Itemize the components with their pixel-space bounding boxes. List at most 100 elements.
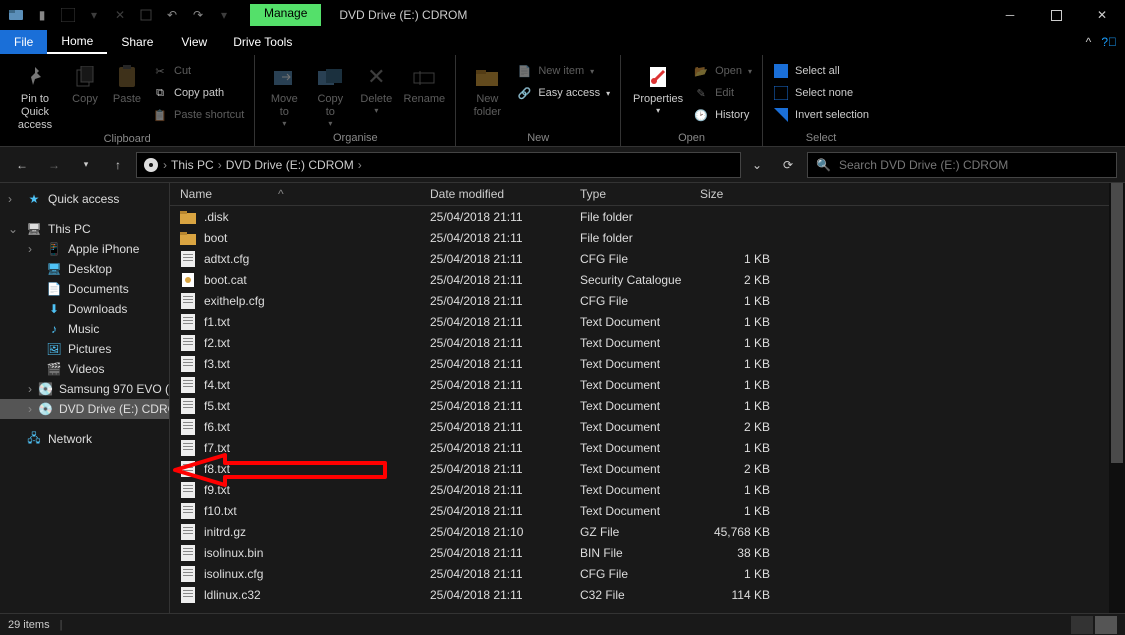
move-to-button[interactable]: Move to▾: [261, 57, 307, 129]
nav-videos[interactable]: 🎬Videos: [0, 359, 169, 379]
rename-qat-icon[interactable]: [134, 3, 158, 27]
rename-button[interactable]: Rename: [399, 57, 449, 106]
nav-quick-access[interactable]: ›★Quick access: [0, 189, 169, 209]
vertical-scrollbar[interactable]: [1109, 183, 1125, 613]
col-header-size[interactable]: Size: [700, 187, 780, 201]
nav-this-pc[interactable]: ⌄🖥This PC: [0, 219, 169, 239]
breadcrumb-history-button[interactable]: ⌄: [745, 152, 769, 178]
chevron-right-icon[interactable]: ›: [163, 158, 167, 172]
delete-button[interactable]: ✕ Delete▾: [353, 57, 399, 116]
nav-music[interactable]: ♪Music: [0, 319, 169, 339]
forward-button[interactable]: →: [40, 151, 68, 179]
tab-home[interactable]: Home: [47, 30, 107, 54]
nav-downloads[interactable]: ⬇Downloads: [0, 299, 169, 319]
collapse-icon[interactable]: ⌄: [8, 222, 20, 236]
nav-iphone[interactable]: ›📱Apple iPhone: [0, 239, 169, 259]
nav-samsung-drive[interactable]: ›💽Samsung 970 EVO (: [0, 379, 169, 399]
invert-selection-button[interactable]: Invert selection: [769, 105, 873, 125]
col-header-type[interactable]: Type: [580, 187, 700, 201]
view-large-icons-button[interactable]: [1095, 616, 1117, 634]
close-button[interactable]: ✕: [1079, 0, 1125, 30]
properties-button[interactable]: Properties▾: [627, 57, 689, 116]
tab-drive-tools[interactable]: Drive Tools: [221, 30, 304, 54]
file-row[interactable]: .disk25/04/2018 21:11File folder: [170, 206, 1125, 227]
expand-icon[interactable]: ›: [8, 192, 20, 206]
file-row[interactable]: exithelp.cfg25/04/2018 21:11CFG File1 KB: [170, 290, 1125, 311]
qat-sep-icon: ▮: [30, 3, 54, 27]
undo-icon[interactable]: ↶: [160, 3, 184, 27]
more-qat-icon[interactable]: ▾: [212, 3, 236, 27]
ribbon-collapse-icon[interactable]: ^: [1086, 35, 1092, 49]
nav-desktop[interactable]: 🖥Desktop: [0, 259, 169, 279]
nav-network[interactable]: 🖧Network: [0, 429, 169, 449]
easy-access-button[interactable]: 🔗Easy access ▾: [512, 83, 614, 103]
cut-button[interactable]: ✂Cut: [148, 61, 248, 81]
file-name: f9.txt: [204, 483, 230, 497]
file-row[interactable]: f6.txt25/04/2018 21:11Text Document2 KB: [170, 416, 1125, 437]
chevron-right-icon[interactable]: ›: [358, 158, 362, 172]
copy-path-button[interactable]: ⧉Copy path: [148, 83, 248, 103]
file-row[interactable]: f4.txt25/04/2018 21:11Text Document1 KB: [170, 374, 1125, 395]
file-row[interactable]: f9.txt25/04/2018 21:11Text Document1 KB: [170, 479, 1125, 500]
breadcrumb[interactable]: › This PC › DVD Drive (E:) CDROM ›: [136, 152, 741, 178]
nav-pictures[interactable]: 🖼Pictures: [0, 339, 169, 359]
delete-qat-icon[interactable]: ✕: [108, 3, 132, 27]
history-button[interactable]: 🕑History: [689, 105, 756, 125]
copy-button[interactable]: Copy: [64, 57, 106, 106]
file-row[interactable]: f5.txt25/04/2018 21:11Text Document1 KB: [170, 395, 1125, 416]
up-button[interactable]: ↑: [104, 151, 132, 179]
select-none-button[interactable]: Select none: [769, 83, 873, 103]
tab-view[interactable]: View: [167, 30, 221, 54]
file-row[interactable]: f8.txt25/04/2018 21:11Text Document2 KB: [170, 458, 1125, 479]
file-row[interactable]: ldlinux.c3225/04/2018 21:11C32 File114 K…: [170, 584, 1125, 605]
nav-dvd-drive[interactable]: ›💿DVD Drive (E:) CDRO: [0, 399, 169, 419]
file-row[interactable]: f3.txt25/04/2018 21:11Text Document1 KB: [170, 353, 1125, 374]
expand-icon[interactable]: ›: [28, 402, 32, 416]
new-folder-qat-icon[interactable]: ▾: [82, 3, 106, 27]
chevron-right-icon[interactable]: ›: [218, 158, 222, 172]
maximize-button[interactable]: [1033, 0, 1079, 30]
paste-button[interactable]: Paste: [106, 57, 148, 106]
file-row[interactable]: f7.txt25/04/2018 21:11Text Document1 KB: [170, 437, 1125, 458]
scrollbar-thumb[interactable]: [1111, 183, 1123, 463]
back-button[interactable]: ←: [8, 151, 36, 179]
search-input[interactable]: 🔍 Search DVD Drive (E:) CDROM: [807, 152, 1117, 178]
file-row[interactable]: adtxt.cfg25/04/2018 21:11CFG File1 KB: [170, 248, 1125, 269]
group-label-open: Open: [627, 132, 756, 146]
file-row[interactable]: initrd.gz25/04/2018 21:10GZ File45,768 K…: [170, 521, 1125, 542]
tab-share[interactable]: Share: [107, 30, 167, 54]
open-button[interactable]: 📂Open ▾: [689, 61, 756, 81]
pin-to-quick-access-button[interactable]: Pin to Quick access: [6, 57, 64, 133]
expand-icon[interactable]: ›: [28, 382, 32, 396]
file-row[interactable]: boot25/04/2018 21:11File folder: [170, 227, 1125, 248]
recent-locations-button[interactable]: ▾: [72, 151, 100, 179]
manage-context-tab[interactable]: Manage: [250, 4, 321, 26]
copy-to-button[interactable]: Copy to▾: [307, 57, 353, 129]
help-icon[interactable]: ?⃝: [1101, 35, 1117, 49]
minimize-button[interactable]: ─: [987, 0, 1033, 30]
expand-icon[interactable]: ›: [28, 242, 40, 256]
col-header-date[interactable]: Date modified: [430, 187, 580, 201]
properties-qat-icon[interactable]: [56, 3, 80, 27]
file-row[interactable]: isolinux.bin25/04/2018 21:11BIN File38 K…: [170, 542, 1125, 563]
new-item-button[interactable]: 📄New item ▾: [512, 61, 614, 81]
star-icon: ★: [26, 191, 42, 207]
new-folder-button[interactable]: New folder: [462, 57, 512, 119]
redo-icon[interactable]: ↷: [186, 3, 210, 27]
crumb-dvd-drive[interactable]: DVD Drive (E:) CDROM: [226, 158, 354, 172]
file-row[interactable]: boot.cat25/04/2018 21:11Security Catalog…: [170, 269, 1125, 290]
file-row[interactable]: f2.txt25/04/2018 21:11Text Document1 KB: [170, 332, 1125, 353]
col-header-name[interactable]: Name ^: [180, 187, 430, 201]
nav-documents[interactable]: 📄Documents: [0, 279, 169, 299]
crumb-this-pc[interactable]: This PC: [171, 158, 214, 172]
edit-button[interactable]: ✎Edit: [689, 83, 756, 103]
select-all-button[interactable]: Select all: [769, 61, 873, 81]
paste-shortcut-button[interactable]: 📋Paste shortcut: [148, 105, 248, 125]
refresh-button[interactable]: ⟳: [773, 152, 803, 178]
file-row[interactable]: isolinux.cfg25/04/2018 21:11CFG File1 KB: [170, 563, 1125, 584]
file-row[interactable]: f1.txt25/04/2018 21:11Text Document1 KB: [170, 311, 1125, 332]
file-row[interactable]: f10.txt25/04/2018 21:11Text Document1 KB: [170, 500, 1125, 521]
view-details-button[interactable]: [1071, 616, 1093, 634]
file-menu-button[interactable]: File: [0, 30, 47, 54]
file-list[interactable]: .disk25/04/2018 21:11File folderboot25/0…: [170, 206, 1125, 613]
